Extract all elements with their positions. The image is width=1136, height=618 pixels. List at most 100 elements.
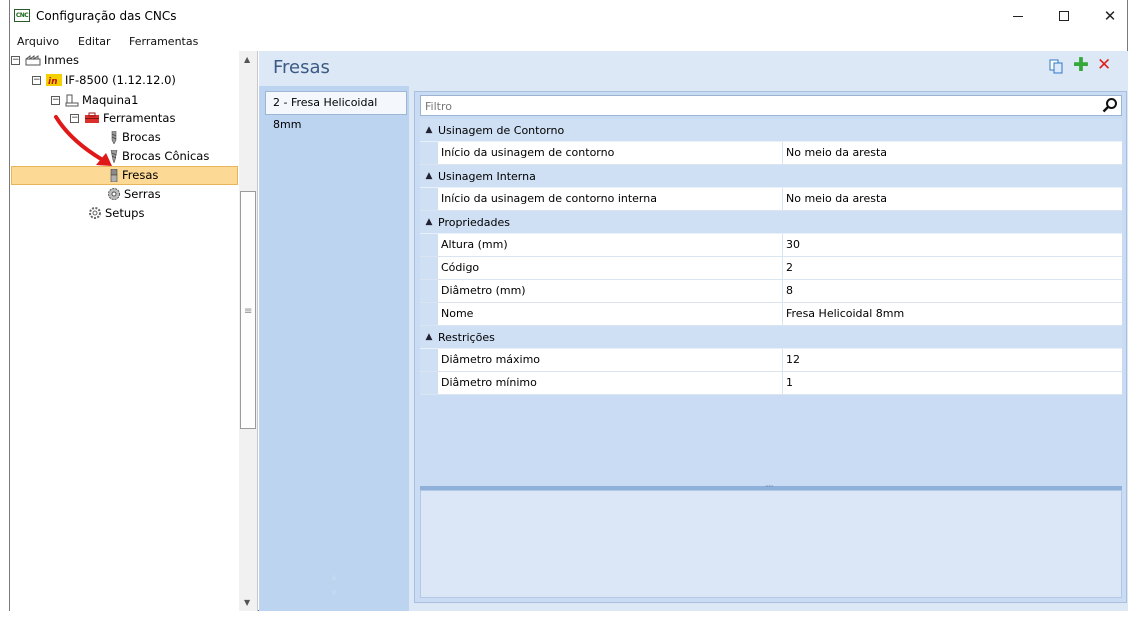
property-grid: ▲ Usinagem de Contorno Início da usinage…	[420, 119, 1122, 395]
title-bar: CNC Configuração das CNCs ✕	[10, 0, 1127, 32]
menu-ferramentas[interactable]: Ferramentas	[129, 35, 198, 48]
copy-icon[interactable]	[1049, 59, 1064, 78]
tree-label: Inmes	[44, 53, 79, 67]
property-row[interactable]: Diâmetro máximo 12	[420, 349, 1122, 372]
property-row[interactable]: Código 2	[420, 257, 1122, 280]
properties-panel: Filtro ▲ Usinagem de Contorno Início da …	[414, 91, 1127, 603]
property-row[interactable]: Diâmetro mínimo 1	[420, 372, 1122, 395]
property-name: Início da usinagem de contorno	[438, 142, 783, 164]
row-gutter	[420, 234, 438, 256]
category-propriedades[interactable]: ▲ Propriedades	[420, 211, 1122, 234]
property-row[interactable]: Nome Fresa Helicoidal 8mm	[420, 303, 1122, 326]
machine-icon	[65, 94, 79, 106]
delete-icon[interactable]: ✕	[1097, 55, 1111, 75]
property-row[interactable]: Início da usinagem de contorno interna N…	[420, 188, 1122, 211]
category-label: Usinagem de Contorno	[438, 123, 565, 137]
tree-label: Serras	[124, 187, 161, 201]
row-gutter	[420, 303, 438, 325]
property-value[interactable]: 8	[783, 280, 1122, 302]
property-value[interactable]: 1	[783, 372, 1122, 394]
filter-input[interactable]: Filtro	[420, 95, 1122, 116]
property-value[interactable]: 12	[783, 349, 1122, 371]
brand-logo-icon: in	[46, 74, 62, 86]
gear-icon	[89, 207, 101, 219]
category-usinagem-interna[interactable]: ▲ Usinagem Interna	[420, 165, 1122, 188]
collapse-icon[interactable]: −	[51, 95, 60, 105]
tree-label: IF-8500 (1.12.12.0)	[65, 73, 176, 87]
minimize-button[interactable]	[995, 0, 1041, 32]
item-list: 2 - Fresa Helicoidal 8mm ▲ ▼	[259, 86, 409, 611]
category-usinagem-contorno[interactable]: ▲ Usinagem de Contorno	[420, 119, 1122, 142]
property-name: Diâmetro (mm)	[438, 280, 783, 302]
close-button[interactable]: ✕	[1087, 0, 1133, 32]
page-title: Fresas	[273, 57, 330, 78]
property-row[interactable]: Início da usinagem de contorno No meio d…	[420, 142, 1122, 165]
category-label: Restrições	[438, 330, 495, 344]
scroll-down-icon[interactable]: ▼	[244, 598, 250, 607]
property-name: Código	[438, 257, 783, 279]
cnc-app-icon: CNC	[14, 9, 30, 22]
factory-icon	[25, 55, 41, 66]
tree-item-inmes[interactable]: − Inmes	[11, 51, 79, 69]
property-value[interactable]: No meio da aresta	[783, 142, 1122, 164]
property-value[interactable]: 30	[783, 234, 1122, 256]
main-window: CNC Configuração das CNCs ✕ Arquivo Edit…	[9, 0, 1128, 611]
tree-item-setups[interactable]: Setups	[88, 204, 144, 222]
row-gutter	[420, 188, 438, 210]
property-row[interactable]: Altura (mm) 30	[420, 234, 1122, 257]
property-row[interactable]: Diâmetro (mm) 8	[420, 280, 1122, 303]
maximize-icon	[1059, 11, 1069, 21]
tree-item-maquina1[interactable]: − Maquina1	[51, 91, 138, 109]
window-title: Configuração das CNCs	[36, 9, 177, 23]
svg-text:in: in	[48, 77, 58, 86]
row-gutter	[420, 372, 438, 394]
saw-blade-icon	[108, 188, 120, 200]
category-restricoes[interactable]: ▲ Restrições	[420, 326, 1122, 349]
content-pane: Fresas ✚ ✕ 2 - Fresa Helicoidal 8mm ▲ ▼ …	[259, 51, 1128, 611]
tree-label: Fresas	[122, 168, 159, 182]
collapse-icon[interactable]: −	[11, 55, 20, 65]
grip-icon: ≡	[244, 306, 253, 317]
category-label: Usinagem Interna	[438, 169, 536, 183]
property-name: Nome	[438, 303, 783, 325]
row-gutter	[420, 257, 438, 279]
property-value[interactable]: 2	[783, 257, 1122, 279]
search-icon[interactable]	[1102, 97, 1118, 114]
chevron-up-icon[interactable]: ▲	[420, 332, 438, 342]
minimize-icon	[1013, 15, 1023, 17]
maximize-button[interactable]	[1041, 0, 1087, 32]
property-value[interactable]: No meio da aresta	[783, 188, 1122, 210]
tree-label: Brocas	[122, 130, 161, 144]
menu-arquivo[interactable]: Arquivo	[17, 35, 59, 48]
property-name: Início da usinagem de contorno interna	[438, 188, 783, 210]
tree-label: Setups	[105, 206, 145, 220]
chevron-up-icon[interactable]: ▲	[420, 125, 438, 135]
close-icon: ✕	[1103, 6, 1117, 25]
property-name: Altura (mm)	[438, 234, 783, 256]
tree-item-serras[interactable]: Serras	[107, 185, 161, 203]
annotation-arrow-icon	[54, 115, 112, 166]
collapse-icon[interactable]: −	[32, 75, 41, 85]
tree-panel: − Inmes − in IF-8500 (1.12.12.0) − Maqui…	[10, 51, 258, 611]
property-name: Diâmetro mínimo	[438, 372, 783, 394]
add-icon[interactable]: ✚	[1073, 54, 1089, 76]
description-area	[420, 490, 1122, 598]
tree-item-machine-model[interactable]: − in IF-8500 (1.12.12.0)	[32, 71, 176, 89]
tree-item-brocas-conicas[interactable]: Brocas Cônicas	[109, 147, 209, 165]
chevron-up-icon[interactable]: ▲	[420, 171, 438, 181]
tree-scrollbar[interactable]: ▲ ≡ ▼	[239, 51, 257, 611]
scroll-up-icon[interactable]: ▲	[331, 572, 337, 581]
menu-editar[interactable]: Editar	[78, 35, 111, 48]
row-gutter	[420, 142, 438, 164]
property-value[interactable]: Fresa Helicoidal 8mm	[783, 303, 1122, 325]
property-name: Diâmetro máximo	[438, 349, 783, 371]
scroll-down-icon[interactable]: ▼	[331, 588, 337, 597]
row-gutter	[420, 349, 438, 371]
scroll-up-icon[interactable]: ▲	[244, 55, 250, 64]
category-label: Propriedades	[438, 215, 510, 229]
tree-label: Maquina1	[82, 93, 139, 107]
menu-bar: Arquivo Editar Ferramentas	[10, 32, 1127, 51]
scrollbar-thumb[interactable]: ≡	[240, 191, 256, 429]
chevron-up-icon[interactable]: ▲	[420, 217, 438, 227]
list-item[interactable]: 2 - Fresa Helicoidal 8mm	[265, 91, 407, 131]
